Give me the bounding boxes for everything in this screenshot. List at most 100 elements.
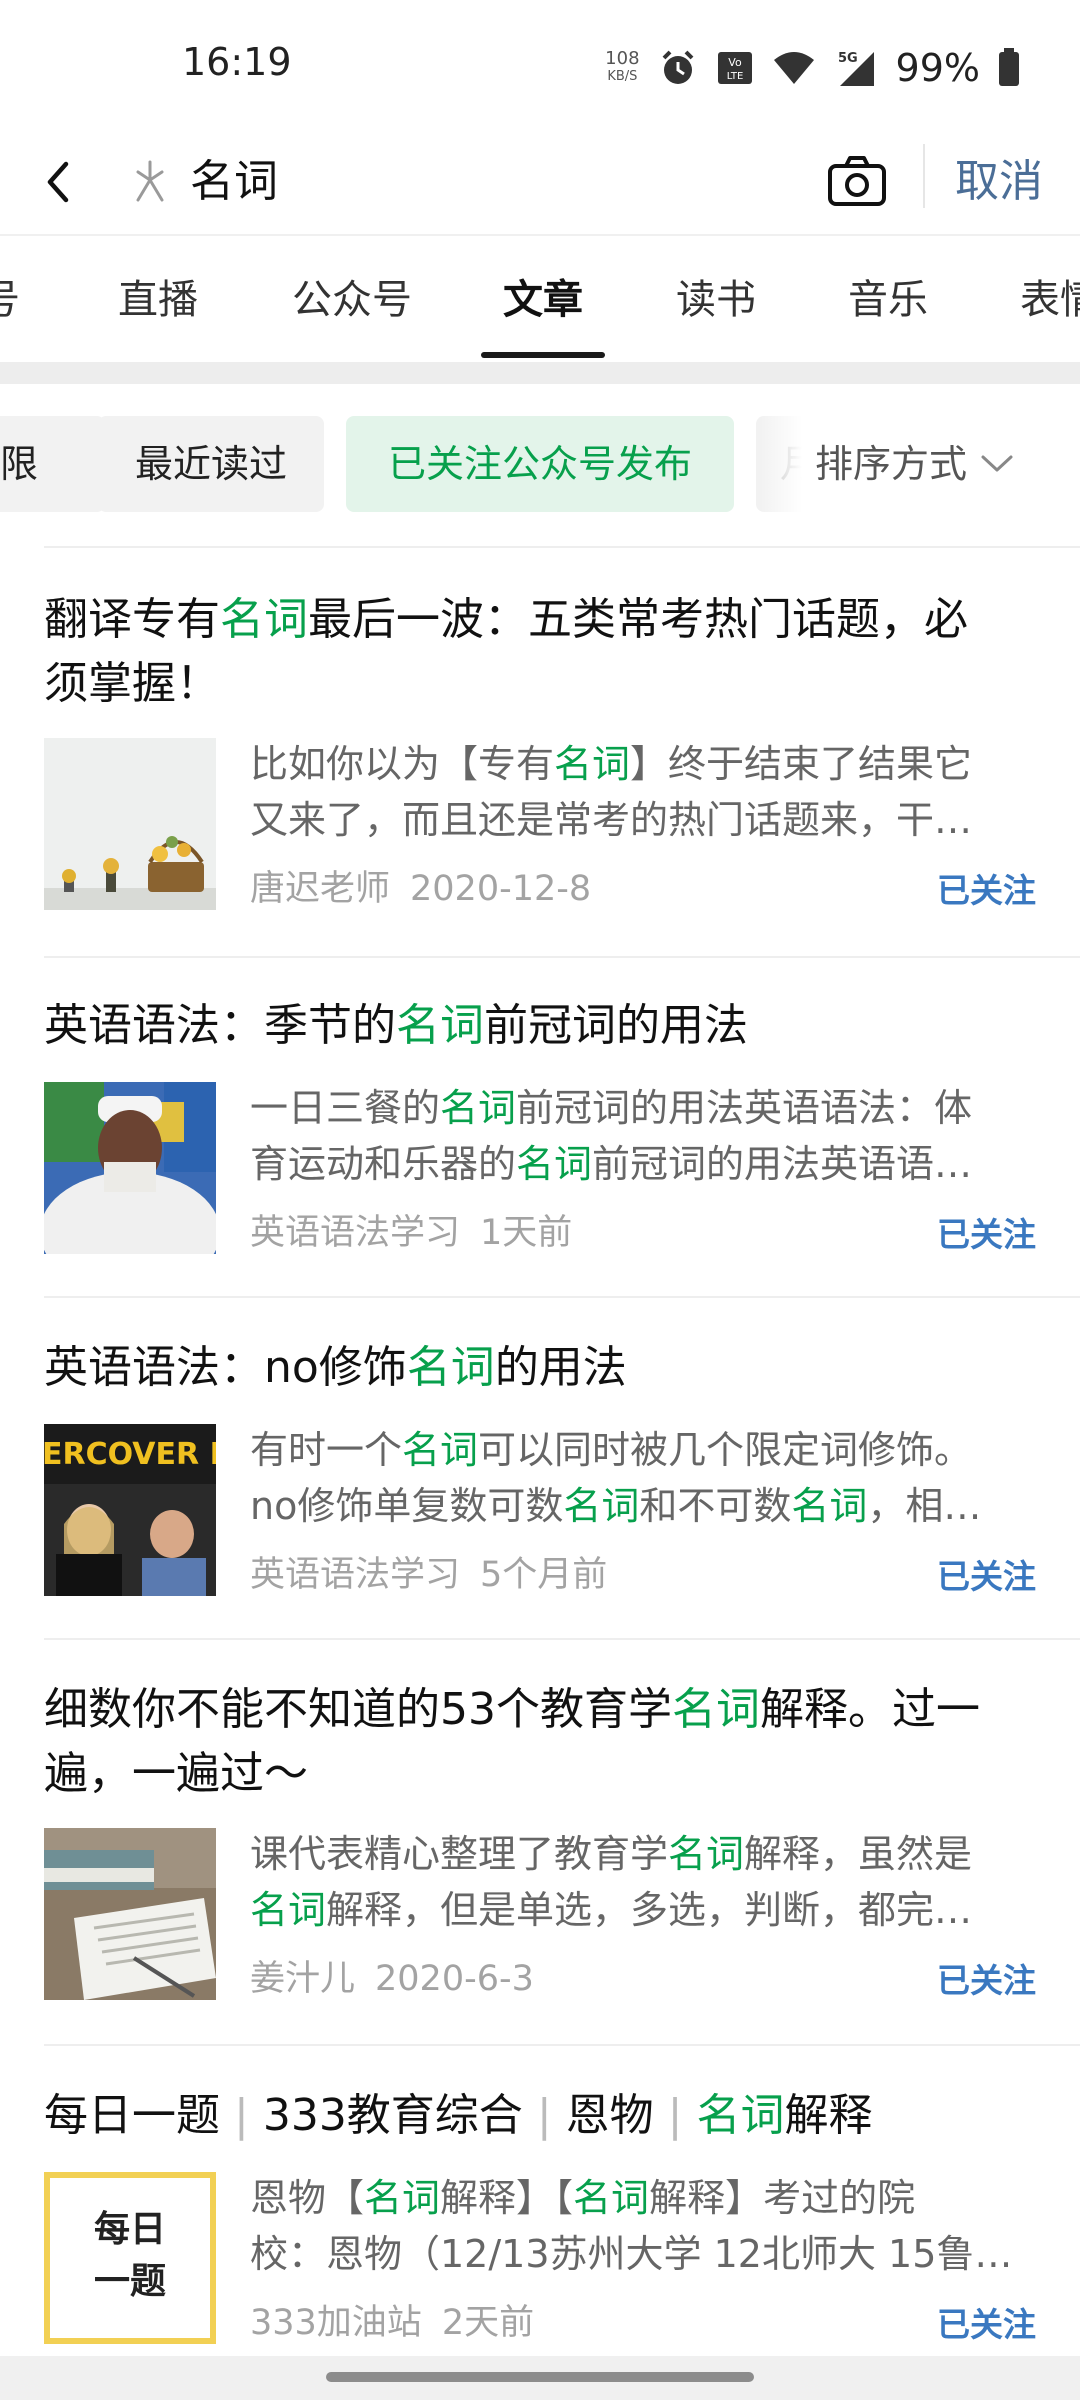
tab-music[interactable]: 音乐 xyxy=(848,272,928,328)
snippet-text: 比如你以为【专有 xyxy=(250,742,555,786)
article-snippet: 恩物【名词解释】【名词解释】考过的院 校：恩物（12/13苏州大学 12北师大 … xyxy=(250,2170,1030,2282)
snippet-text: 】终于结束了结果它 xyxy=(630,742,973,786)
active-tab-indicator xyxy=(481,352,605,358)
alarm-icon xyxy=(662,50,693,84)
filter-chip-partial[interactable]: 限 xyxy=(0,416,105,512)
tab-stickers[interactable]: 表情 xyxy=(1020,272,1080,328)
status-time: 16:19 xyxy=(182,40,292,84)
snippet-text: 解释，但是单选，多选，判断，都完… xyxy=(326,1888,973,1932)
followed-badge: 已关注 xyxy=(937,1215,1036,1254)
tab-books[interactable]: 读书 xyxy=(676,272,756,328)
divider xyxy=(44,1638,1080,1640)
title-separator: | xyxy=(234,2090,249,2141)
category-tabs: 号 直播 公众号 文章 读书 音乐 表情 xyxy=(0,236,1080,362)
net-speed-unit: KB/S xyxy=(607,69,638,84)
article-meta: 姜汁儿 2020-6-3 xyxy=(250,1954,534,2004)
sort-dropdown[interactable]: 排序方式 xyxy=(815,416,1046,512)
thumbnail-text: 一题 xyxy=(93,2261,166,2302)
cancel-button[interactable]: 取消 xyxy=(955,150,1043,214)
article-result[interactable]: 每日一题 | 333教育综合 | 恩物 | 名词解释 每日 一题 恩物【名词解释】【名词解释… xyxy=(44,2084,1036,2356)
tab-articles[interactable]: 文章 xyxy=(503,272,583,328)
title-highlight: 名词 xyxy=(396,1000,484,1051)
camera-icon xyxy=(828,156,886,206)
volte-icon: Vo LTE xyxy=(717,52,752,84)
divider xyxy=(44,2044,1080,2046)
back-button[interactable] xyxy=(30,144,90,220)
article-meta: 英语语法学习 1天前 xyxy=(250,1208,572,1258)
status-icons: 108 KB/S Vo LTE 5G 99% xyxy=(605,40,1020,96)
snippet-text: ，相… xyxy=(867,1484,982,1528)
title-text: 英语语法：no修饰 xyxy=(44,1342,407,1393)
article-title: 英语语法：季节的名词前冠词的用法 xyxy=(44,994,1020,1058)
fade-overlay xyxy=(760,416,820,512)
snippet-highlight: 名词 xyxy=(364,2176,441,2220)
net-speed: 108 KB/S xyxy=(605,50,639,86)
title-text: 每日一题 xyxy=(44,2090,220,2141)
thumbnail-text: ERCOVER BU xyxy=(44,1437,216,1472)
filter-chip-followed-accounts[interactable]: 已关注公众号发布 xyxy=(346,416,734,512)
article-thumbnail xyxy=(44,1828,216,2000)
snippet-highlight: 名词 xyxy=(791,1484,868,1528)
snippet-text: 有时一个 xyxy=(250,1428,403,1472)
snippet-text: 又来了，而且还是常考的热门话题来，干… xyxy=(250,798,973,842)
followed-badge: 已关注 xyxy=(937,2305,1036,2344)
divider xyxy=(44,1296,1080,1298)
snippet-text: 育运动和乐器的 xyxy=(250,1142,517,1186)
article-result[interactable]: 细数你不能不知道的53个教育学名词解释。过一 遍，一遍过～ 课代表精心整理了教育学… xyxy=(44,1678,1036,2008)
article-title: 英语语法：no修饰名词的用法 xyxy=(44,1336,1020,1400)
5g-signal-icon: 5G xyxy=(838,51,874,86)
article-title: 翻译专有名词最后一波：五类常考热门话题，必 须掌握！ xyxy=(44,588,1020,716)
status-bar: 16:19 108 KB/S Vo LTE 5G 99% xyxy=(0,0,1080,130)
article-title: 每日一题 | 333教育综合 | 恩物 | 名词解释 xyxy=(44,2084,1020,2148)
article-thumbnail: ERCOVER BU xyxy=(44,1424,216,1596)
article-result[interactable]: 翻译专有名词最后一波：五类常考热门话题，必 须掌握！ 比如你以为【专有 名词】终于结… xyxy=(44,588,1036,918)
camera-button[interactable] xyxy=(822,146,892,216)
thumbnail-text: 每日 xyxy=(93,2209,166,2250)
title-text: 333教育综合 xyxy=(262,2090,523,2141)
snippet-text: 前冠词的用法英语语… xyxy=(592,1142,973,1186)
snippet-highlight: 名词 xyxy=(402,1428,479,1472)
article-snippet: 有时一个名词可以同时被几个限定词修饰。 no修饰单复数可数名词和不可数名词，相… xyxy=(250,1422,1030,1534)
title-highlight: 名词 xyxy=(220,594,308,645)
snippet-text: 一日三餐的 xyxy=(250,1086,441,1130)
article-date: 5个月前 xyxy=(480,1555,608,1595)
title-highlight: 名词 xyxy=(406,1342,495,1393)
followed-badge: 已关注 xyxy=(937,1961,1036,2000)
back-arrow-icon xyxy=(47,161,69,203)
snippet-highlight: 名词 xyxy=(563,1484,640,1528)
snippet-text: 恩物【 xyxy=(250,2176,365,2220)
tab-official-accounts[interactable]: 公众号 xyxy=(292,272,412,328)
article-author: 英语语法学习 xyxy=(250,1555,461,1595)
snippet-text: no修饰单复数可数 xyxy=(250,1484,564,1528)
wifi-icon xyxy=(773,52,814,84)
filter-chip-recently-read[interactable]: 最近读过 xyxy=(98,416,324,512)
tab-partial[interactable]: 号 xyxy=(0,272,20,328)
divider xyxy=(44,546,1080,548)
article-date: 2天前 xyxy=(441,2303,535,2343)
title-highlight: 名词 xyxy=(696,2090,785,2141)
article-title: 细数你不能不知道的53个教育学名词解释。过一 遍，一遍过～ xyxy=(44,1678,1020,1806)
net-speed-value: 108 xyxy=(605,48,640,69)
title-text: 解释 xyxy=(784,2090,873,2141)
tab-live[interactable]: 直播 xyxy=(118,272,198,328)
article-result[interactable]: 英语语法：季节的名词前冠词的用法 一日三餐的名词前冠词的用法英语语法：体 育运动… xyxy=(44,994,1036,1294)
title-text: 前冠词的用法 xyxy=(484,1000,748,1051)
snippet-text: 解释】【 xyxy=(440,2176,574,2220)
battery-percent: 99% xyxy=(895,46,980,90)
article-result[interactable]: 英语语法：no修饰名词的用法 ERCOVER BU 有时一个名词可以同时被几个限… xyxy=(44,1336,1036,1636)
snippet-text: 和不可数 xyxy=(639,1484,792,1528)
article-meta: 唐迟老师 2020-12-8 xyxy=(250,864,591,914)
article-thumbnail xyxy=(44,738,216,910)
article-thumbnail xyxy=(44,1082,216,1254)
snippet-text: 校：恩物（12/13苏州大学 12北师大 15鲁… xyxy=(250,2232,1013,2276)
snippet-highlight: 名词 xyxy=(250,1888,327,1932)
article-snippet: 课代表精心整理了教育学名词解释，虽然是 名词解释，但是单选，多选，判断，都完… xyxy=(250,1826,1030,1938)
title-text: 恩物 xyxy=(565,2090,654,2141)
home-indicator[interactable] xyxy=(326,2372,754,2382)
title-text: 遍，一遍过～ xyxy=(44,1748,308,1799)
chevron-down-icon xyxy=(981,455,1013,472)
search-input[interactable]: 名词 xyxy=(190,150,278,214)
title-text: 英语语法：季节的 xyxy=(44,1000,396,1051)
article-author: 唐迟老师 xyxy=(250,869,391,909)
article-author: 英语语法学习 xyxy=(250,1213,461,1253)
